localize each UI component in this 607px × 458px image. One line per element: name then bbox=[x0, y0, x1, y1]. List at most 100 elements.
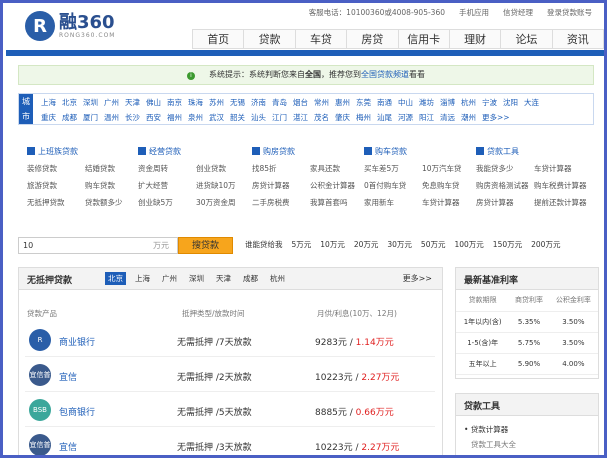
city-link[interactable]: 中山 bbox=[398, 97, 413, 108]
category-item[interactable]: 旅游贷款 bbox=[27, 180, 85, 191]
category-title[interactable]: 经营贷款 bbox=[138, 146, 258, 157]
amount-input[interactable]: 10 万元 bbox=[18, 237, 178, 254]
city-link[interactable]: 福州 bbox=[167, 112, 182, 123]
nav-house-loan[interactable]: 房贷 bbox=[346, 29, 398, 49]
table-row[interactable]: R 商业银行 无需抵押 /7天放款 9283元 / 1.14万元 bbox=[25, 323, 435, 357]
category-item[interactable]: 我能贷多少 bbox=[476, 163, 534, 174]
category-item[interactable]: 房贷计算器 bbox=[476, 197, 534, 208]
city-link[interactable]: 无锡 bbox=[230, 97, 245, 108]
quick-amount[interactable]: 20万元 bbox=[354, 239, 379, 250]
city-link[interactable]: 烟台 bbox=[293, 97, 308, 108]
city-link[interactable]: 更多>> bbox=[482, 112, 510, 123]
city-link[interactable]: 青岛 bbox=[272, 97, 287, 108]
category-title[interactable]: 上班族贷款 bbox=[27, 146, 147, 157]
city-link[interactable]: 梅州 bbox=[356, 112, 371, 123]
city-link[interactable]: 温州 bbox=[104, 112, 119, 123]
city-link[interactable]: 深圳 bbox=[83, 97, 98, 108]
bank-name[interactable]: 宜信 bbox=[59, 440, 77, 453]
category-item[interactable]: 房贷计算器 bbox=[252, 180, 310, 191]
category-item[interactable]: 我算首套吗 bbox=[310, 197, 372, 208]
city-link[interactable]: 北京 bbox=[62, 97, 77, 108]
city-link[interactable]: 珠海 bbox=[188, 97, 203, 108]
city-link[interactable]: 湛江 bbox=[293, 112, 308, 123]
city-link[interactable]: 河源 bbox=[398, 112, 413, 123]
city-link[interactable]: 泉州 bbox=[188, 112, 203, 123]
city-tab[interactable]: 深圳 bbox=[186, 272, 207, 285]
city-link[interactable]: 武汉 bbox=[209, 112, 224, 123]
category-title[interactable]: 贷款工具 bbox=[476, 146, 596, 157]
bank-name[interactable]: 宜信 bbox=[59, 370, 77, 383]
search-loan-button[interactable]: 搜贷款 bbox=[178, 237, 233, 254]
city-link[interactable]: 清远 bbox=[440, 112, 455, 123]
nav-loan[interactable]: 贷款 bbox=[243, 29, 295, 49]
city-link[interactable]: 韶关 bbox=[230, 112, 245, 123]
category-item[interactable]: 车贷计算器 bbox=[422, 197, 484, 208]
quick-amount[interactable]: 5万元 bbox=[292, 239, 312, 250]
category-item[interactable]: 免息购车贷 bbox=[422, 180, 484, 191]
city-tab[interactable]: 上海 bbox=[132, 272, 153, 285]
city-link[interactable]: 常州 bbox=[314, 97, 329, 108]
quick-amount[interactable]: 100万元 bbox=[454, 239, 483, 250]
city-link[interactable]: 重庆 bbox=[41, 112, 56, 123]
nav-car-loan[interactable]: 车贷 bbox=[294, 29, 347, 49]
city-link[interactable]: 潍坊 bbox=[419, 97, 434, 108]
category-item[interactable]: 公积金计算器 bbox=[310, 180, 372, 191]
city-link[interactable]: 南通 bbox=[377, 97, 392, 108]
site-logo[interactable]: R 融360 RONG360.COM bbox=[25, 11, 115, 41]
login-link[interactable]: 登录贷款账号 bbox=[547, 7, 592, 18]
city-tab[interactable]: 成都 bbox=[240, 272, 261, 285]
city-link[interactable]: 江门 bbox=[272, 112, 287, 123]
city-link[interactable]: 佛山 bbox=[146, 97, 161, 108]
category-item[interactable]: 创业缺5万 bbox=[138, 197, 196, 208]
table-row[interactable]: 宜信普惠宜信 无需抵押 /3天放款 10223元 / 2.27万元 bbox=[25, 428, 435, 455]
mobile-app-link[interactable]: 手机应用 bbox=[459, 7, 489, 18]
category-title[interactable]: 购车贷款 bbox=[364, 146, 484, 157]
category-item[interactable]: 购车税费计算器 bbox=[534, 180, 596, 191]
city-link[interactable]: 淄博 bbox=[440, 97, 455, 108]
bank-name[interactable]: 商业银行 bbox=[59, 335, 95, 348]
city-tab[interactable]: 广州 bbox=[159, 272, 180, 285]
quick-amount[interactable]: 30万元 bbox=[387, 239, 412, 250]
city-link[interactable]: 济南 bbox=[251, 97, 266, 108]
category-item[interactable]: 0首付购车贷 bbox=[364, 180, 422, 191]
category-item[interactable]: 家用新车 bbox=[364, 197, 422, 208]
category-item[interactable]: 10万汽车贷 bbox=[422, 163, 484, 174]
city-link[interactable]: 东莞 bbox=[356, 97, 371, 108]
category-item[interactable]: 无抵押贷款 bbox=[27, 197, 85, 208]
category-item[interactable]: 买车差5万 bbox=[364, 163, 422, 174]
category-item[interactable]: 家具还款 bbox=[310, 163, 372, 174]
nav-news[interactable]: 资讯 bbox=[551, 29, 604, 49]
city-link[interactable]: 杭州 bbox=[461, 97, 476, 108]
category-title[interactable]: 购房贷款 bbox=[252, 146, 372, 157]
notice-link[interactable]: 全国贷款频道 bbox=[361, 70, 409, 79]
nav-forum[interactable]: 论坛 bbox=[500, 29, 552, 49]
category-item[interactable]: 二手房税费 bbox=[252, 197, 310, 208]
city-link[interactable]: 西安 bbox=[146, 112, 161, 123]
city-link[interactable]: 苏州 bbox=[209, 97, 224, 108]
city-link[interactable]: 汕尾 bbox=[377, 112, 392, 123]
quick-amount[interactable]: 150万元 bbox=[493, 239, 522, 250]
city-link[interactable]: 成都 bbox=[62, 112, 77, 123]
quick-amount[interactable]: 200万元 bbox=[531, 239, 560, 250]
city-link[interactable]: 宁波 bbox=[482, 97, 497, 108]
city-link[interactable]: 南京 bbox=[167, 97, 182, 108]
city-link[interactable]: 天津 bbox=[125, 97, 140, 108]
nav-credit-card[interactable]: 信用卡 bbox=[397, 29, 449, 49]
tool-loan-calculator[interactable]: • 贷款计算器 bbox=[464, 424, 590, 435]
tool-all[interactable]: 贷款工具大全 bbox=[471, 439, 590, 450]
city-link[interactable]: 上海 bbox=[41, 97, 56, 108]
nav-home[interactable]: 首页 bbox=[192, 29, 244, 49]
more-link[interactable]: 更多>> bbox=[403, 273, 432, 284]
category-item[interactable]: 购房资格测试器 bbox=[476, 180, 534, 191]
category-item[interactable]: 资金周转 bbox=[138, 163, 196, 174]
city-link[interactable]: 大连 bbox=[524, 97, 539, 108]
nav-finance[interactable]: 理财 bbox=[448, 29, 501, 49]
city-link[interactable]: 沈阳 bbox=[503, 97, 518, 108]
bank-name[interactable]: 包商银行 bbox=[59, 405, 95, 418]
table-row[interactable]: 宜信普惠 宜信 无需抵押 /2天放款 10223元 / 2.27万元 bbox=[25, 358, 435, 401]
city-link[interactable]: 惠州 bbox=[335, 97, 350, 108]
city-link[interactable]: 广州 bbox=[104, 97, 119, 108]
category-item[interactable]: 装修贷款 bbox=[27, 163, 85, 174]
table-row[interactable]: BSB 包商银行 无需抵押 /5天放款 8885元 / 0.66万元 bbox=[25, 393, 435, 427]
quick-amount[interactable]: 10万元 bbox=[320, 239, 345, 250]
